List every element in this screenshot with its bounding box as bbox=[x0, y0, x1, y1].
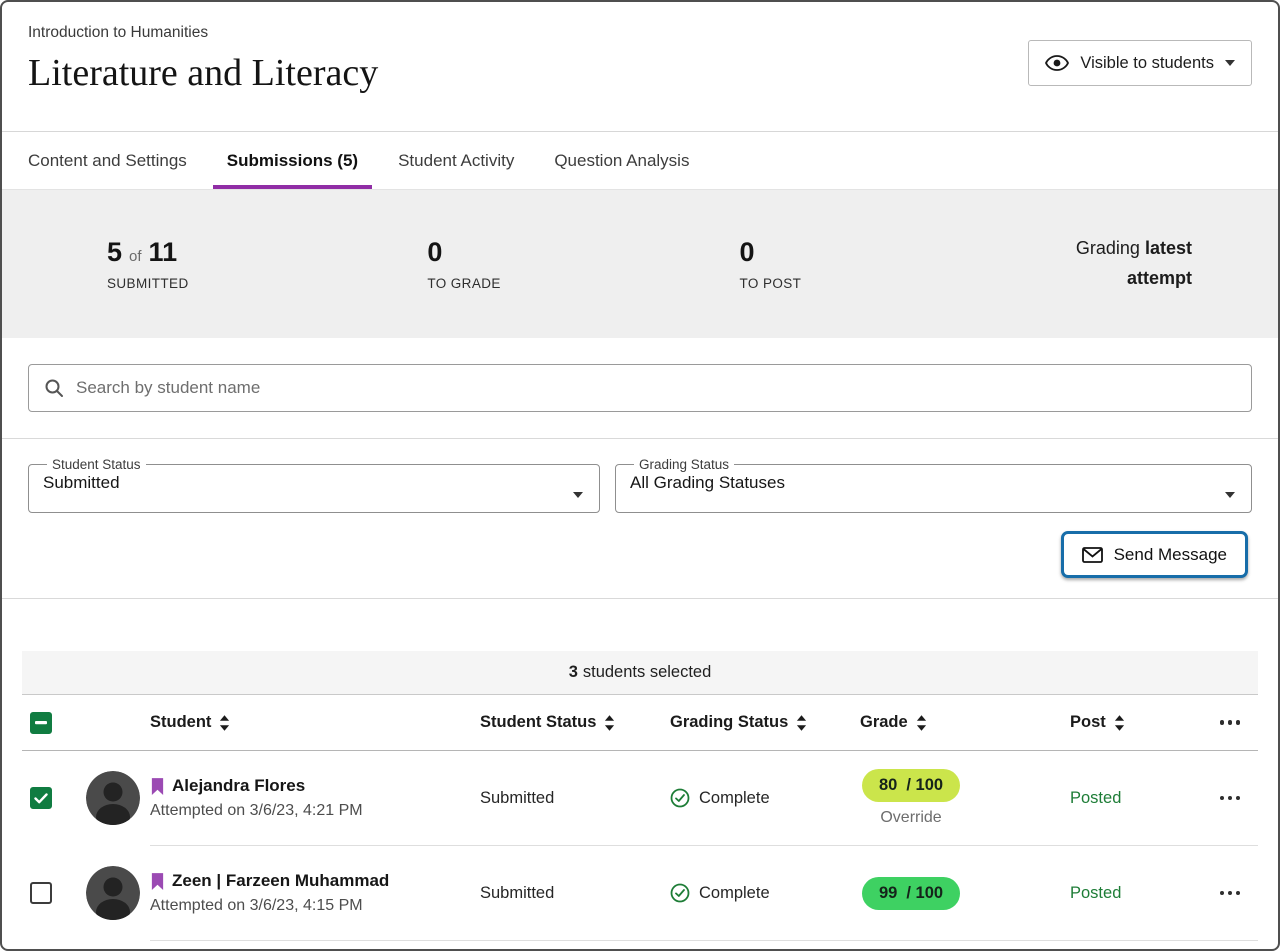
column-header-grade[interactable]: Grade bbox=[860, 713, 1070, 732]
grade-value: 80 bbox=[879, 776, 897, 795]
chevron-down-icon bbox=[573, 492, 583, 498]
selected-suffix: students selected bbox=[583, 663, 711, 682]
stat-to-post: 0 TO POST bbox=[739, 237, 801, 291]
selection-summary: 3 students selected bbox=[22, 651, 1258, 695]
submissions-table: 3 students selected Student Student Stat… bbox=[22, 651, 1258, 941]
grade-max: / 100 bbox=[906, 776, 943, 795]
send-message-button[interactable]: Send Message bbox=[1061, 531, 1248, 578]
submitted-total: 11 bbox=[149, 237, 178, 268]
post-status[interactable]: Posted bbox=[1070, 789, 1121, 807]
page-header: Introduction to Humanities Literature an… bbox=[2, 2, 1278, 132]
search-section bbox=[2, 338, 1278, 438]
assessment-submissions-page: Introduction to Humanities Literature an… bbox=[0, 0, 1280, 951]
submitted-label: SUBMITTED bbox=[107, 276, 189, 291]
selected-count: 3 bbox=[569, 663, 578, 682]
table-overflow-menu-button[interactable] bbox=[1210, 710, 1251, 735]
row-checkbox[interactable] bbox=[30, 787, 52, 809]
attempted-date: Attempted on 3/6/23, 4:21 PM bbox=[150, 802, 480, 820]
grading-status-value: All Grading Statuses bbox=[630, 473, 1237, 493]
column-header-post[interactable]: Post bbox=[1070, 713, 1202, 732]
table-header-row: Student Student Status Grading Status Gr… bbox=[22, 695, 1258, 751]
envelope-icon bbox=[1082, 547, 1103, 563]
sort-icon bbox=[796, 715, 807, 731]
submitted-of: of bbox=[129, 248, 142, 265]
to-grade-label: TO GRADE bbox=[427, 276, 500, 291]
chevron-down-icon bbox=[1225, 492, 1235, 498]
column-label: Grade bbox=[860, 713, 908, 732]
override-label: Override bbox=[880, 809, 941, 827]
row-checkbox[interactable] bbox=[30, 882, 52, 904]
search-input[interactable] bbox=[76, 378, 1236, 398]
section-divider bbox=[2, 598, 1278, 599]
column-label: Student Status bbox=[480, 713, 596, 732]
complete-check-icon bbox=[670, 883, 690, 903]
student-status-value: Submitted bbox=[43, 473, 585, 493]
grading-status-label: Complete bbox=[699, 884, 770, 903]
grading-status-cell: Complete bbox=[670, 883, 860, 903]
grading-status-label: Complete bbox=[699, 789, 770, 808]
row-divider bbox=[150, 940, 1258, 941]
grading-status-cell: Complete bbox=[670, 788, 860, 808]
visibility-label: Visible to students bbox=[1080, 54, 1214, 73]
stat-submitted: 5 of 11 SUBMITTED bbox=[107, 237, 189, 291]
grade-pill[interactable]: 80 / 100 bbox=[862, 769, 960, 802]
column-label: Student bbox=[150, 713, 211, 732]
student-status-label: Student Status bbox=[47, 457, 146, 472]
accommodations-flag-icon bbox=[150, 872, 165, 891]
chevron-down-icon bbox=[1225, 60, 1235, 66]
sort-icon bbox=[916, 715, 927, 731]
tab-content-and-settings[interactable]: Content and Settings bbox=[28, 132, 187, 189]
sort-icon bbox=[219, 715, 230, 731]
to-grade-value: 0 bbox=[427, 237, 442, 268]
tab-submissions[interactable]: Submissions (5) bbox=[227, 132, 358, 189]
tab-bar: Content and Settings Submissions (5) Stu… bbox=[2, 132, 1278, 190]
tab-student-activity[interactable]: Student Activity bbox=[398, 132, 514, 189]
send-message-label: Send Message bbox=[1114, 545, 1227, 565]
complete-check-icon bbox=[670, 788, 690, 808]
accommodations-flag-icon bbox=[150, 777, 165, 796]
row-overflow-menu-button[interactable] bbox=[1210, 786, 1251, 811]
search-icon bbox=[44, 378, 64, 398]
student-name[interactable]: Zeen | Farzeen Muhammad bbox=[172, 871, 389, 891]
sort-icon bbox=[1114, 715, 1125, 731]
grading-mode: Grading latest attempt bbox=[1040, 234, 1192, 293]
post-status[interactable]: Posted bbox=[1070, 884, 1121, 902]
column-label: Post bbox=[1070, 713, 1106, 732]
column-label: Grading Status bbox=[670, 713, 788, 732]
table-row: Alejandra Flores Attempted on 3/6/23, 4:… bbox=[22, 751, 1258, 845]
grade-value: 99 bbox=[879, 884, 897, 903]
search-box bbox=[28, 364, 1252, 412]
to-post-label: TO POST bbox=[739, 276, 801, 291]
grading-status-select[interactable]: Grading Status All Grading Statuses bbox=[615, 457, 1252, 513]
grading-mode-prefix: Grading bbox=[1076, 238, 1140, 258]
student-status-cell: Submitted bbox=[480, 884, 670, 903]
row-overflow-menu-button[interactable] bbox=[1210, 881, 1251, 906]
avatar bbox=[86, 866, 140, 920]
column-header-grading-status[interactable]: Grading Status bbox=[670, 713, 860, 732]
grade-max: / 100 bbox=[906, 884, 943, 903]
visibility-dropdown-button[interactable]: Visible to students bbox=[1028, 40, 1252, 86]
tab-question-analysis[interactable]: Question Analysis bbox=[554, 132, 689, 189]
student-status-cell: Submitted bbox=[480, 789, 670, 808]
filters-section: Student Status Submitted Grading Status … bbox=[2, 439, 1278, 598]
table-row: Zeen | Farzeen Muhammad Attempted on 3/6… bbox=[22, 846, 1258, 940]
column-header-student-status[interactable]: Student Status bbox=[480, 713, 670, 732]
sort-icon bbox=[604, 715, 615, 731]
grade-pill[interactable]: 99 / 100 bbox=[862, 877, 960, 910]
attempted-date: Attempted on 3/6/23, 4:15 PM bbox=[150, 897, 480, 915]
student-name[interactable]: Alejandra Flores bbox=[172, 776, 305, 796]
to-post-value: 0 bbox=[739, 237, 754, 268]
eye-icon bbox=[1045, 55, 1069, 71]
grading-status-label: Grading Status bbox=[634, 457, 734, 472]
avatar bbox=[86, 771, 140, 825]
column-header-student[interactable]: Student bbox=[150, 713, 480, 732]
select-all-checkbox[interactable] bbox=[30, 712, 52, 734]
stats-strip: 5 of 11 SUBMITTED 0 TO GRADE 0 TO POST G… bbox=[2, 190, 1278, 338]
stat-to-grade: 0 TO GRADE bbox=[427, 237, 500, 291]
submitted-value: 5 bbox=[107, 237, 122, 268]
student-status-select[interactable]: Student Status Submitted bbox=[28, 457, 600, 513]
